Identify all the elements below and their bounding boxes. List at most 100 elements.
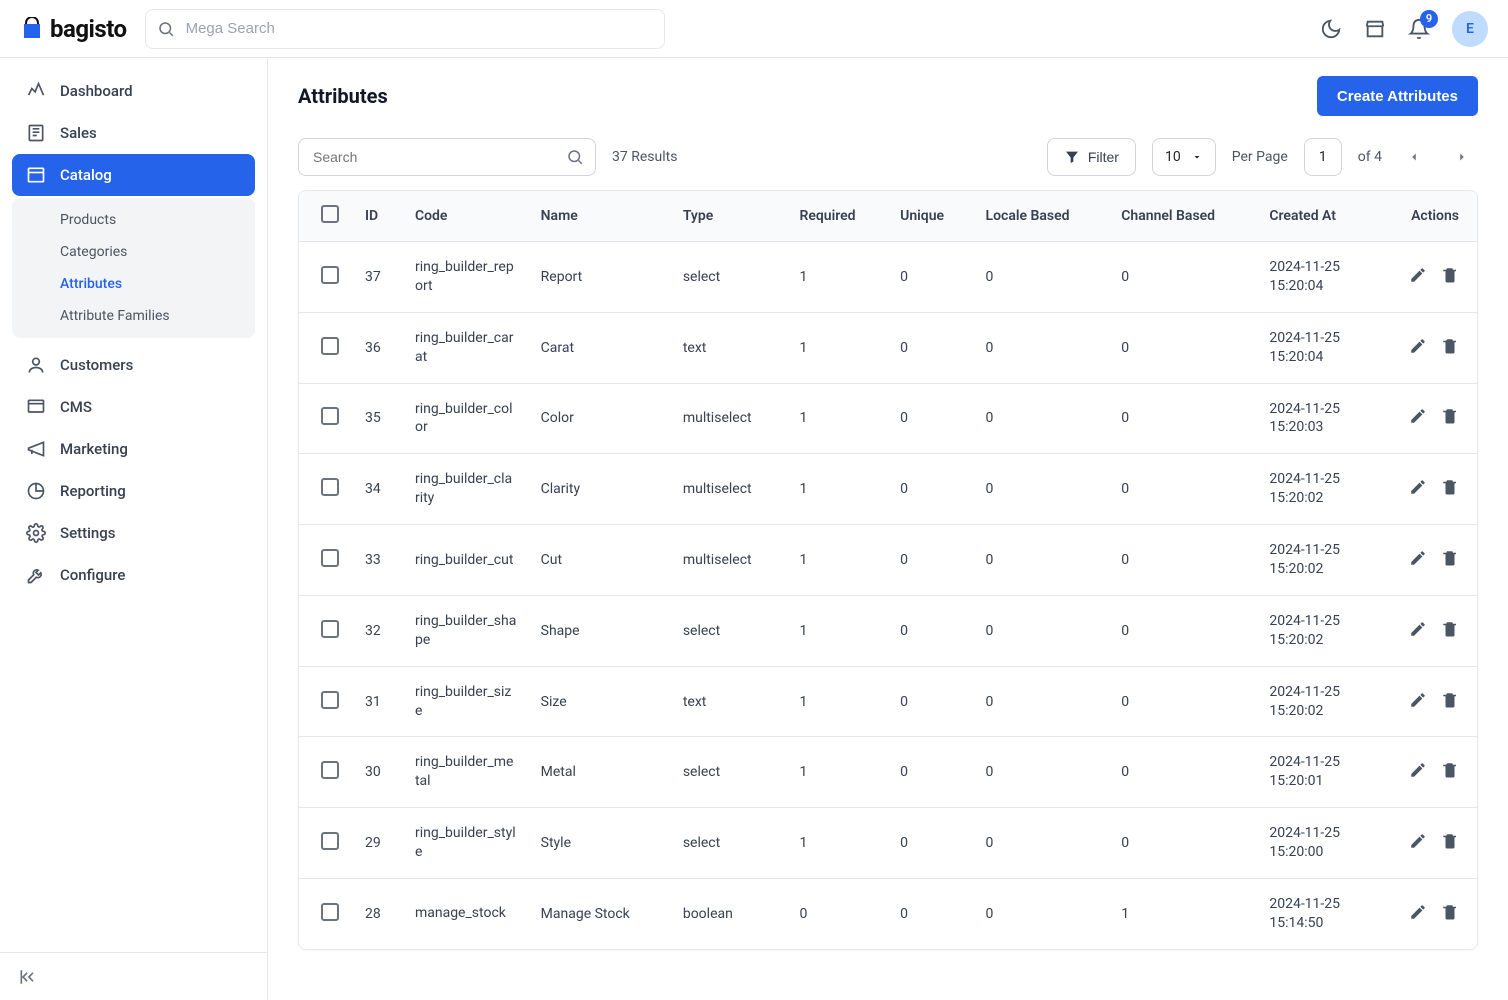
cell-code: ring_builder_cut [403,525,529,596]
nav-reporting[interactable]: Reporting [12,470,255,512]
dark-mode-toggle[interactable] [1320,18,1342,40]
row-checkbox[interactable] [321,478,339,496]
row-checkbox[interactable] [321,832,339,850]
table-search-input[interactable] [298,138,596,176]
delete-button[interactable] [1441,832,1459,850]
cell-required: 1 [787,666,888,737]
cell-created: 2024-11-2515:20:04 [1257,312,1376,383]
global-search-input[interactable] [145,9,665,49]
cell-created: 2024-11-2515:20:02 [1257,595,1376,666]
edit-button[interactable] [1409,832,1427,850]
col-unique[interactable]: Unique [888,191,973,242]
nav-catalog[interactable]: Catalog [12,154,255,196]
nav-sales[interactable]: Sales [12,112,255,154]
nav-cms[interactable]: CMS [12,386,255,428]
edit-button[interactable] [1409,620,1427,638]
edit-button[interactable] [1409,337,1427,355]
subnav-categories[interactable]: Categories [12,236,255,268]
cell-created: 2024-11-2515:20:02 [1257,666,1376,737]
edit-button[interactable] [1409,549,1427,567]
cell-locale: 0 [974,454,1110,525]
topbar: bagisto 9 E [0,0,1508,58]
col-required[interactable]: Required [787,191,888,242]
delete-button[interactable] [1441,407,1459,425]
row-checkbox[interactable] [321,407,339,425]
row-checkbox[interactable] [321,691,339,709]
notifications-button[interactable]: 9 [1408,18,1430,40]
cell-name: Manage Stock [529,879,671,949]
nav-settings[interactable]: Settings [12,512,255,554]
cell-id: 35 [353,383,403,454]
page-title: Attributes [298,84,388,108]
cell-required: 1 [787,242,888,313]
table-toolbar: 37 Results Filter 10 Per Page 1 of 4 [298,138,1478,176]
delete-button[interactable] [1441,549,1459,567]
trash-icon [1441,549,1459,567]
catalog-icon [26,165,46,185]
per-page-value: 10 [1165,149,1181,165]
row-checkbox[interactable] [321,549,339,567]
col-locale[interactable]: Locale Based [974,191,1110,242]
delete-button[interactable] [1441,337,1459,355]
sidebar-collapse[interactable] [0,952,267,1000]
cell-channel: 0 [1109,454,1257,525]
cell-required: 1 [787,737,888,808]
col-created[interactable]: Created At [1257,191,1376,242]
col-code[interactable]: Code [403,191,529,242]
nav-configure[interactable]: Configure [12,554,255,596]
col-type[interactable]: Type [671,191,788,242]
row-checkbox[interactable] [321,266,339,284]
per-page-select[interactable]: 10 [1152,138,1216,176]
subnav-attributes[interactable]: Attributes [12,268,255,300]
edit-button[interactable] [1409,266,1427,284]
cell-required: 1 [787,312,888,383]
col-channel[interactable]: Channel Based [1109,191,1257,242]
cell-code: ring_builder_metal [403,737,529,808]
cell-code: ring_builder_size [403,666,529,737]
nav-label: CMS [60,398,92,416]
cell-code: ring_builder_style [403,808,529,879]
delete-button[interactable] [1441,620,1459,638]
filter-button[interactable]: Filter [1047,138,1136,176]
create-attributes-button[interactable]: Create Attributes [1317,76,1478,116]
cell-unique: 0 [888,666,973,737]
row-checkbox[interactable] [321,903,339,921]
delete-button[interactable] [1441,903,1459,921]
row-checkbox[interactable] [321,620,339,638]
page-next[interactable] [1446,141,1478,173]
page-prev[interactable] [1398,141,1430,173]
cell-type: select [671,808,788,879]
row-checkbox[interactable] [321,761,339,779]
delete-button[interactable] [1441,761,1459,779]
col-name[interactable]: Name [529,191,671,242]
filter-label: Filter [1088,149,1119,165]
edit-button[interactable] [1409,478,1427,496]
cell-id: 31 [353,666,403,737]
select-all-checkbox[interactable] [321,205,339,223]
subnav-attribute-families[interactable]: Attribute Families [12,300,255,332]
col-id[interactable]: ID [353,191,403,242]
cell-unique: 0 [888,879,973,949]
user-avatar[interactable]: E [1452,11,1488,47]
cell-unique: 0 [888,242,973,313]
edit-button[interactable] [1409,903,1427,921]
delete-button[interactable] [1441,691,1459,709]
delete-button[interactable] [1441,478,1459,496]
nav-dashboard[interactable]: Dashboard [12,70,255,112]
subnav-products[interactable]: Products [12,204,255,236]
edit-button[interactable] [1409,407,1427,425]
cell-locale: 0 [974,383,1110,454]
cell-created: 2024-11-2515:20:02 [1257,454,1376,525]
delete-button[interactable] [1441,266,1459,284]
chevron-right-icon [1455,150,1469,164]
nav-marketing[interactable]: Marketing [12,428,255,470]
nav-customers[interactable]: Customers [12,344,255,386]
edit-button[interactable] [1409,761,1427,779]
edit-button[interactable] [1409,691,1427,709]
brand-logo[interactable]: bagisto [20,15,127,43]
row-checkbox[interactable] [321,337,339,355]
table-row: 32ring_builder_shapeShapeselect10002024-… [299,595,1477,666]
chevron-down-icon [1191,151,1203,163]
page-current[interactable]: 1 [1304,138,1342,176]
storefront-icon[interactable] [1364,18,1386,40]
